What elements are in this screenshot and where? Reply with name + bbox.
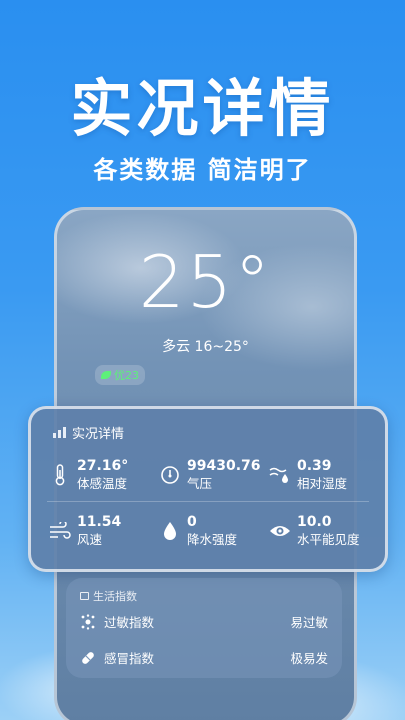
allergy-label: 过敏指数 bbox=[104, 615, 155, 630]
life-row-allergy[interactable]: 过敏指数 易过敏 bbox=[80, 612, 328, 631]
metric-humidity[interactable]: 0.39 相对湿度 bbox=[269, 457, 347, 492]
current-temperature: 25° bbox=[138, 240, 273, 324]
leaf-icon bbox=[101, 371, 111, 379]
wind-icon bbox=[49, 520, 71, 542]
cold-value: 极易发 bbox=[290, 651, 328, 666]
live-details-card: 实况详情 27.16° 体感温度 99430.76 气压 0.39 相对湿度 11.5… bbox=[28, 406, 388, 572]
metric-wind-speed[interactable]: 11.54 风速 bbox=[49, 513, 121, 548]
humidity-icon bbox=[269, 464, 291, 486]
hero-title: 实况详情 bbox=[70, 72, 335, 145]
metric-feels-like[interactable]: 27.16° 体感温度 bbox=[49, 457, 128, 492]
life-index-title: 生活指数 bbox=[93, 590, 137, 603]
pill-icon bbox=[80, 650, 96, 666]
live-details-header: 实况详情 bbox=[53, 423, 124, 442]
metric-pressure[interactable]: 99430.76 气压 bbox=[159, 457, 261, 492]
weather-condition: 多云 16~25° bbox=[162, 339, 249, 355]
calendar-icon bbox=[80, 592, 89, 600]
thermometer-icon bbox=[49, 463, 71, 486]
hero-subtitle: 各类数据 简洁明了 bbox=[93, 156, 312, 184]
metric-visibility[interactable]: 10.0 水平能见度 bbox=[269, 513, 360, 548]
life-row-cold[interactable]: 感冒指数 极易发 bbox=[80, 648, 328, 667]
life-index-card: 生活指数 过敏指数 易过敏 感冒指数 极易发 bbox=[66, 578, 342, 678]
gauge-icon bbox=[159, 464, 181, 486]
raindrop-icon bbox=[159, 520, 181, 542]
details-divider bbox=[47, 501, 369, 502]
eye-icon bbox=[269, 520, 291, 542]
aqi-badge[interactable]: 优23 bbox=[95, 365, 145, 385]
live-details-title: 实况详情 bbox=[72, 427, 125, 442]
allergy-icon bbox=[80, 613, 96, 630]
aqi-value: 优23 bbox=[114, 369, 139, 382]
cold-label: 感冒指数 bbox=[104, 651, 155, 666]
metric-precipitation[interactable]: 0 降水强度 bbox=[159, 513, 237, 548]
bar-chart-icon bbox=[53, 427, 66, 438]
life-index-header: 生活指数 bbox=[80, 588, 137, 604]
allergy-value: 易过敏 bbox=[290, 615, 328, 630]
